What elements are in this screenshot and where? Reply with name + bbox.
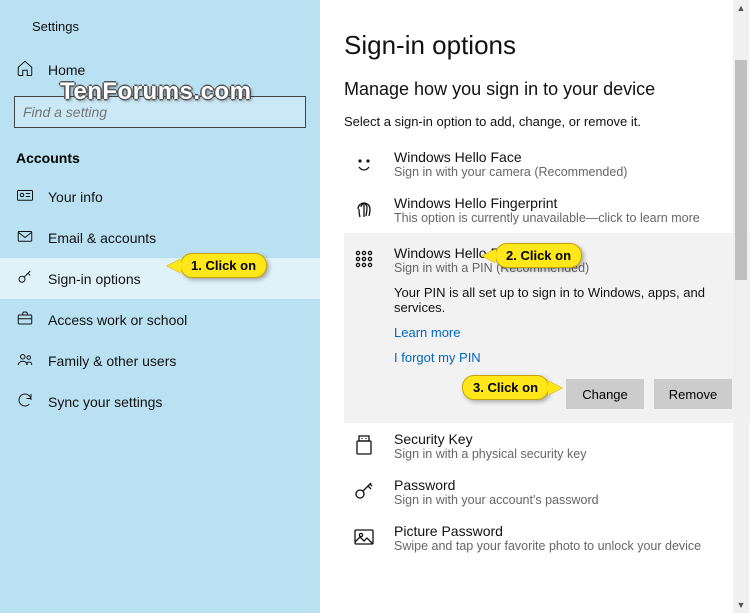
option-password[interactable]: Password Sign in with your account's pas…	[344, 469, 750, 515]
scroll-thumb[interactable]	[735, 60, 747, 280]
option-name: Picture Password	[394, 523, 742, 539]
mail-icon	[16, 227, 34, 248]
key-icon	[348, 477, 380, 503]
option-hello-fingerprint[interactable]: Windows Hello Fingerprint This option is…	[344, 187, 750, 233]
usb-key-icon	[348, 431, 380, 457]
option-security-key[interactable]: Security Key Sign in with a physical sec…	[344, 423, 750, 469]
option-sub: Swipe and tap your favorite photo to unl…	[394, 539, 742, 553]
main-panel: Sign-in options Manage how you sign in t…	[320, 0, 750, 613]
sidebar-item-signin-options[interactable]: Sign-in options	[0, 258, 320, 299]
scroll-up-button[interactable]: ▲	[733, 0, 749, 16]
signin-options-list: Windows Hello Face Sign in with your cam…	[344, 141, 750, 561]
face-icon	[348, 149, 380, 175]
sidebar-item-email-accounts[interactable]: Email & accounts	[0, 217, 320, 258]
sidebar-item-home[interactable]: Home	[0, 49, 320, 90]
annotation-callout-2: 2. Click on	[495, 243, 582, 268]
option-name: Password	[394, 477, 742, 493]
window-title: Settings	[32, 19, 79, 34]
option-sub: Sign in with your camera (Recommended)	[394, 165, 742, 179]
option-picture-password[interactable]: Picture Password Swipe and tap your favo…	[344, 515, 750, 561]
change-pin-button[interactable]: Change	[566, 379, 644, 409]
sidebar: Settings Home Accounts Your info Email &…	[0, 0, 320, 613]
annotation-callout-1: 1. Click on	[180, 253, 267, 278]
sidebar-item-label: Home	[48, 62, 85, 78]
option-name: Security Key	[394, 431, 742, 447]
page-subheading: Manage how you sign in to your device	[344, 79, 750, 100]
keypad-icon	[348, 245, 380, 271]
remove-pin-button[interactable]: Remove	[654, 379, 732, 409]
sidebar-item-label: Your info	[48, 189, 103, 205]
home-icon	[16, 59, 34, 80]
fingerprint-icon	[348, 195, 380, 221]
sidebar-item-sync-settings[interactable]: Sync your settings	[0, 381, 320, 422]
search-box[interactable]	[14, 96, 306, 128]
option-name: Windows Hello Face	[394, 149, 742, 165]
people-icon	[16, 350, 34, 371]
briefcase-icon	[16, 309, 34, 330]
annotation-callout-3: 3. Click on	[462, 375, 549, 400]
sidebar-item-label: Family & other users	[48, 353, 176, 369]
option-hello-face[interactable]: Windows Hello Face Sign in with your cam…	[344, 141, 750, 187]
scroll-down-button[interactable]: ▼	[733, 597, 749, 613]
sidebar-item-label: Email & accounts	[48, 230, 156, 246]
settings-window: Settings Home Accounts Your info Email &…	[0, 0, 750, 613]
page-caption: Select a sign-in option to add, change, …	[344, 114, 750, 129]
option-sub: This option is currently unavailable—cli…	[394, 211, 742, 225]
sidebar-item-label: Access work or school	[48, 312, 187, 328]
sidebar-item-label: Sign-in options	[48, 271, 141, 287]
sync-icon	[16, 391, 34, 412]
sidebar-item-label: Sync your settings	[48, 394, 162, 410]
sidebar-item-family-users[interactable]: Family & other users	[0, 340, 320, 381]
vertical-scrollbar[interactable]: ▲ ▼	[733, 0, 749, 613]
sidebar-item-your-info[interactable]: Your info	[0, 176, 320, 217]
sidebar-item-access-work-school[interactable]: Access work or school	[0, 299, 320, 340]
id-card-icon	[16, 186, 34, 207]
pin-status-text: Your PIN is all set up to sign in to Win…	[394, 285, 742, 315]
page-title: Sign-in options	[344, 30, 750, 61]
search-input[interactable]	[23, 104, 297, 120]
learn-more-link[interactable]: Learn more	[394, 325, 742, 340]
option-name: Windows Hello Fingerprint	[394, 195, 742, 211]
forgot-pin-link[interactable]: I forgot my PIN	[394, 350, 742, 365]
sidebar-section-header: Accounts	[0, 142, 320, 176]
picture-icon	[348, 523, 380, 549]
option-sub: Sign in with a physical security key	[394, 447, 742, 461]
key-icon	[16, 268, 34, 289]
option-sub: Sign in with your account's password	[394, 493, 742, 507]
